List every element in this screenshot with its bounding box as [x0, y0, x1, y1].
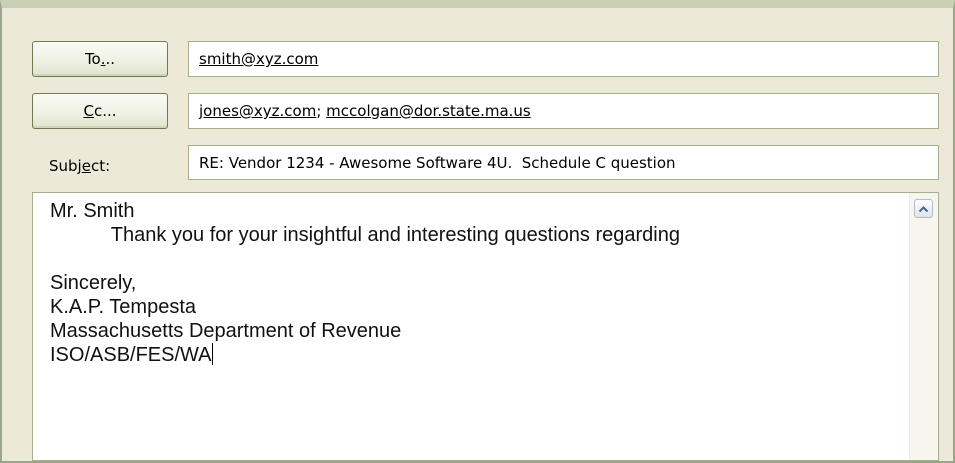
subject-label: Subject:	[49, 157, 110, 175]
message-body-text[interactable]: Mr. Smith Thank you for your insightful …	[50, 199, 912, 367]
to-button[interactable]: To...	[32, 41, 168, 77]
subject-label-accel: e	[81, 157, 91, 175]
to-field[interactable]: smith@xyz.com	[188, 41, 939, 77]
email-compose-header: To... smith@xyz.com Cc... jones@xyz.com;…	[0, 0, 955, 463]
cc-button-label-accel: C	[83, 102, 94, 120]
subject-label-pre: Subj	[49, 157, 82, 175]
body-line-text: ISO/ASB/FES/WA	[50, 344, 212, 366]
body-line-last: ISO/ASB/FES/WA	[50, 343, 912, 367]
to-button-label-prefix: To	[84, 50, 101, 68]
cc-button[interactable]: Cc...	[32, 93, 168, 129]
cc-field[interactable]: jones@xyz.com; mccolgan@dor.state.ma.us	[188, 93, 939, 129]
cc-separator: ;	[316, 102, 327, 120]
to-button-label-suffix: ..	[105, 50, 116, 68]
body-line: Massachusetts Department of Revenue	[50, 320, 402, 342]
subject-field[interactable]: RE: Vendor 1234 - Awesome Software 4U. S…	[188, 145, 939, 180]
chevron-up-icon	[918, 205, 929, 212]
to-address[interactable]: smith@xyz.com	[199, 50, 318, 68]
text-caret	[211, 343, 213, 365]
subject-value: RE: Vendor 1234 - Awesome Software 4U. S…	[199, 153, 676, 172]
scroll-up-button[interactable]	[914, 199, 933, 218]
vertical-scrollbar[interactable]	[909, 193, 938, 460]
cc-address-1[interactable]: jones@xyz.com	[199, 102, 316, 120]
cc-address-2[interactable]: mccolgan@dor.state.ma.us	[326, 102, 531, 120]
subject-label-post: ct:	[90, 157, 111, 175]
body-line	[50, 247, 912, 271]
cc-button-label-rest: c...	[93, 102, 117, 120]
body-line: K.A.P. Tempesta	[50, 296, 197, 318]
message-body[interactable]: Mr. Smith Thank you for your insightful …	[32, 192, 939, 461]
body-line: Sincerely,	[50, 272, 137, 294]
body-line: Thank you for your insightful and intere…	[50, 224, 680, 246]
body-line: Mr. Smith	[50, 200, 135, 222]
